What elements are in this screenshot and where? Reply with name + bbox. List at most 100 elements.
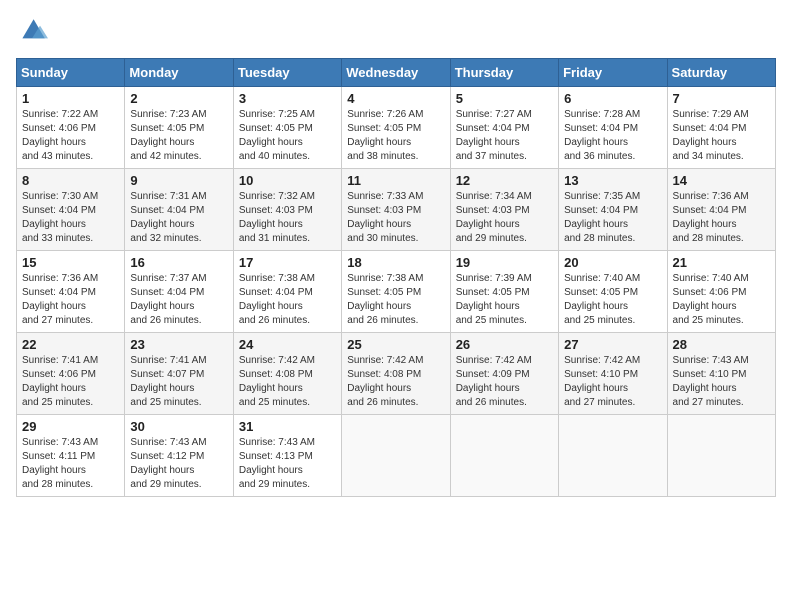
day-number: 10 [239, 173, 336, 188]
cell-info: Sunrise: 7:23 AMSunset: 4:05 PMDaylight … [130, 108, 227, 164]
cell-info: Sunrise: 7:42 AMSunset: 4:08 PMDaylight … [347, 354, 444, 410]
calendar-cell: 18 Sunrise: 7:38 AMSunset: 4:05 PMDayligh… [342, 251, 450, 333]
day-number: 3 [239, 91, 336, 106]
day-number: 13 [564, 173, 661, 188]
calendar-cell: 2 Sunrise: 7:23 AMSunset: 4:05 PMDaylight… [125, 87, 233, 169]
calendar-cell: 24Sunrise: 7:42 AMSunset: 4:08 PMDayligh… [233, 333, 341, 415]
cell-info: Sunrise: 7:38 AMSunset: 4:04 PMDaylight … [239, 272, 336, 328]
day-number: 24 [239, 337, 336, 352]
weekday-header: Tuesday [233, 59, 341, 87]
day-number: 22 [22, 337, 119, 352]
calendar-cell: 23 Sunrise: 7:41 AMSunset: 4:07 PMDayligh… [125, 333, 233, 415]
cell-info: Sunrise: 7:43 AMSunset: 4:13 PMDaylight … [239, 436, 336, 492]
weekday-header: Sunday [17, 59, 125, 87]
calendar-cell: 16Sunrise: 7:37 AMSunset: 4:04 PMDayligh… [125, 251, 233, 333]
day-number: 26 [456, 337, 553, 352]
cell-info: Sunrise: 7:25 AMSunset: 4:05 PMDaylight … [239, 108, 336, 164]
calendar-cell: 28 Sunrise: 7:43 AMSunset: 4:10 PMDayligh… [667, 333, 775, 415]
calendar-cell [559, 415, 667, 497]
cell-info: Sunrise: 7:38 AMSunset: 4:05 PMDaylight … [347, 272, 444, 328]
cell-info: Sunrise: 7:43 AMSunset: 4:12 PMDaylight … [130, 436, 227, 492]
cell-info: Sunrise: 7:32 AMSunset: 4:03 PMDaylight … [239, 190, 336, 246]
day-number: 28 [673, 337, 770, 352]
cell-info: Sunrise: 7:37 AMSunset: 4:04 PMDaylight … [130, 272, 227, 328]
day-number: 19 [456, 255, 553, 270]
cell-info: Sunrise: 7:39 AMSunset: 4:05 PMDaylight … [456, 272, 553, 328]
day-number: 7 [673, 91, 770, 106]
weekday-header: Monday [125, 59, 233, 87]
calendar-cell: 21 Sunrise: 7:40 AMSunset: 4:06 PMDayligh… [667, 251, 775, 333]
calendar-cell: 11 Sunrise: 7:33 AMSunset: 4:03 PMDayligh… [342, 169, 450, 251]
calendar-cell: 6 Sunrise: 7:28 AMSunset: 4:04 PMDaylight… [559, 87, 667, 169]
day-number: 29 [22, 419, 119, 434]
cell-info: Sunrise: 7:41 AMSunset: 4:06 PMDaylight … [22, 354, 119, 410]
day-number: 17 [239, 255, 336, 270]
calendar-cell: 19 Sunrise: 7:39 AMSunset: 4:05 PMDayligh… [450, 251, 558, 333]
cell-info: Sunrise: 7:30 AMSunset: 4:04 PMDaylight … [22, 190, 119, 246]
cell-info: Sunrise: 7:34 AMSunset: 4:03 PMDaylight … [456, 190, 553, 246]
calendar-cell: 25 Sunrise: 7:42 AMSunset: 4:08 PMDayligh… [342, 333, 450, 415]
day-number: 9 [130, 173, 227, 188]
cell-info: Sunrise: 7:35 AMSunset: 4:04 PMDaylight … [564, 190, 661, 246]
day-number: 8 [22, 173, 119, 188]
calendar-cell [667, 415, 775, 497]
day-number: 23 [130, 337, 227, 352]
cell-info: Sunrise: 7:27 AMSunset: 4:04 PMDaylight … [456, 108, 553, 164]
weekday-header: Friday [559, 59, 667, 87]
cell-info: Sunrise: 7:40 AMSunset: 4:06 PMDaylight … [673, 272, 770, 328]
calendar-cell: 3 Sunrise: 7:25 AMSunset: 4:05 PMDaylight… [233, 87, 341, 169]
calendar-cell [450, 415, 558, 497]
cell-info: Sunrise: 7:41 AMSunset: 4:07 PMDaylight … [130, 354, 227, 410]
calendar-cell: 29 Sunrise: 7:43 AMSunset: 4:11 PMDayligh… [17, 415, 125, 497]
day-number: 20 [564, 255, 661, 270]
cell-info: Sunrise: 7:43 AMSunset: 4:11 PMDaylight … [22, 436, 119, 492]
calendar-cell: 10 Sunrise: 7:32 AMSunset: 4:03 PMDayligh… [233, 169, 341, 251]
cell-info: Sunrise: 7:43 AMSunset: 4:10 PMDaylight … [673, 354, 770, 410]
day-number: 27 [564, 337, 661, 352]
calendar-cell: 4 Sunrise: 7:26 AMSunset: 4:05 PMDaylight… [342, 87, 450, 169]
calendar-cell: 5 Sunrise: 7:27 AMSunset: 4:04 PMDaylight… [450, 87, 558, 169]
day-number: 5 [456, 91, 553, 106]
calendar-cell: 14Sunrise: 7:36 AMSunset: 4:04 PMDayligh… [667, 169, 775, 251]
calendar-cell: 8 Sunrise: 7:30 AMSunset: 4:04 PMDaylight… [17, 169, 125, 251]
calendar-cell: 13 Sunrise: 7:35 AMSunset: 4:04 PMDayligh… [559, 169, 667, 251]
cell-info: Sunrise: 7:36 AMSunset: 4:04 PMDaylight … [673, 190, 770, 246]
day-number: 30 [130, 419, 227, 434]
page-header [16, 16, 776, 48]
calendar-table: SundayMondayTuesdayWednesdayThursdayFrid… [16, 58, 776, 497]
cell-info: Sunrise: 7:42 AMSunset: 4:09 PMDaylight … [456, 354, 553, 410]
cell-info: Sunrise: 7:26 AMSunset: 4:05 PMDaylight … [347, 108, 444, 164]
weekday-header: Thursday [450, 59, 558, 87]
calendar-cell: 20Sunrise: 7:40 AMSunset: 4:05 PMDayligh… [559, 251, 667, 333]
calendar-cell: 27Sunrise: 7:42 AMSunset: 4:10 PMDayligh… [559, 333, 667, 415]
day-number: 31 [239, 419, 336, 434]
cell-info: Sunrise: 7:29 AMSunset: 4:04 PMDaylight … [673, 108, 770, 164]
day-number: 15 [22, 255, 119, 270]
calendar-cell: 7 Sunrise: 7:29 AMSunset: 4:04 PMDaylight… [667, 87, 775, 169]
day-number: 6 [564, 91, 661, 106]
weekday-header-row: SundayMondayTuesdayWednesdayThursdayFrid… [17, 59, 776, 87]
day-number: 25 [347, 337, 444, 352]
day-number: 21 [673, 255, 770, 270]
calendar-cell: 30 Sunrise: 7:43 AMSunset: 4:12 PMDayligh… [125, 415, 233, 497]
day-number: 4 [347, 91, 444, 106]
calendar-cell: 26 Sunrise: 7:42 AMSunset: 4:09 PMDayligh… [450, 333, 558, 415]
day-number: 18 [347, 255, 444, 270]
weekday-header: Saturday [667, 59, 775, 87]
cell-info: Sunrise: 7:33 AMSunset: 4:03 PMDaylight … [347, 190, 444, 246]
day-number: 12 [456, 173, 553, 188]
calendar-cell: 1 Sunrise: 7:22 AMSunset: 4:06 PMDaylight… [17, 87, 125, 169]
cell-info: Sunrise: 7:31 AMSunset: 4:04 PMDaylight … [130, 190, 227, 246]
logo [16, 16, 52, 48]
day-number: 11 [347, 173, 444, 188]
calendar-cell: 12 Sunrise: 7:34 AMSunset: 4:03 PMDayligh… [450, 169, 558, 251]
calendar-cell [342, 415, 450, 497]
calendar-cell: 31 Sunrise: 7:43 AMSunset: 4:13 PMDayligh… [233, 415, 341, 497]
day-number: 2 [130, 91, 227, 106]
cell-info: Sunrise: 7:22 AMSunset: 4:06 PMDaylight … [22, 108, 119, 164]
cell-info: Sunrise: 7:28 AMSunset: 4:04 PMDaylight … [564, 108, 661, 164]
calendar-cell: 15Sunrise: 7:36 AMSunset: 4:04 PMDayligh… [17, 251, 125, 333]
calendar-cell: 9 Sunrise: 7:31 AMSunset: 4:04 PMDaylight… [125, 169, 233, 251]
calendar-cell: 17 Sunrise: 7:38 AMSunset: 4:04 PMDayligh… [233, 251, 341, 333]
day-number: 1 [22, 91, 119, 106]
